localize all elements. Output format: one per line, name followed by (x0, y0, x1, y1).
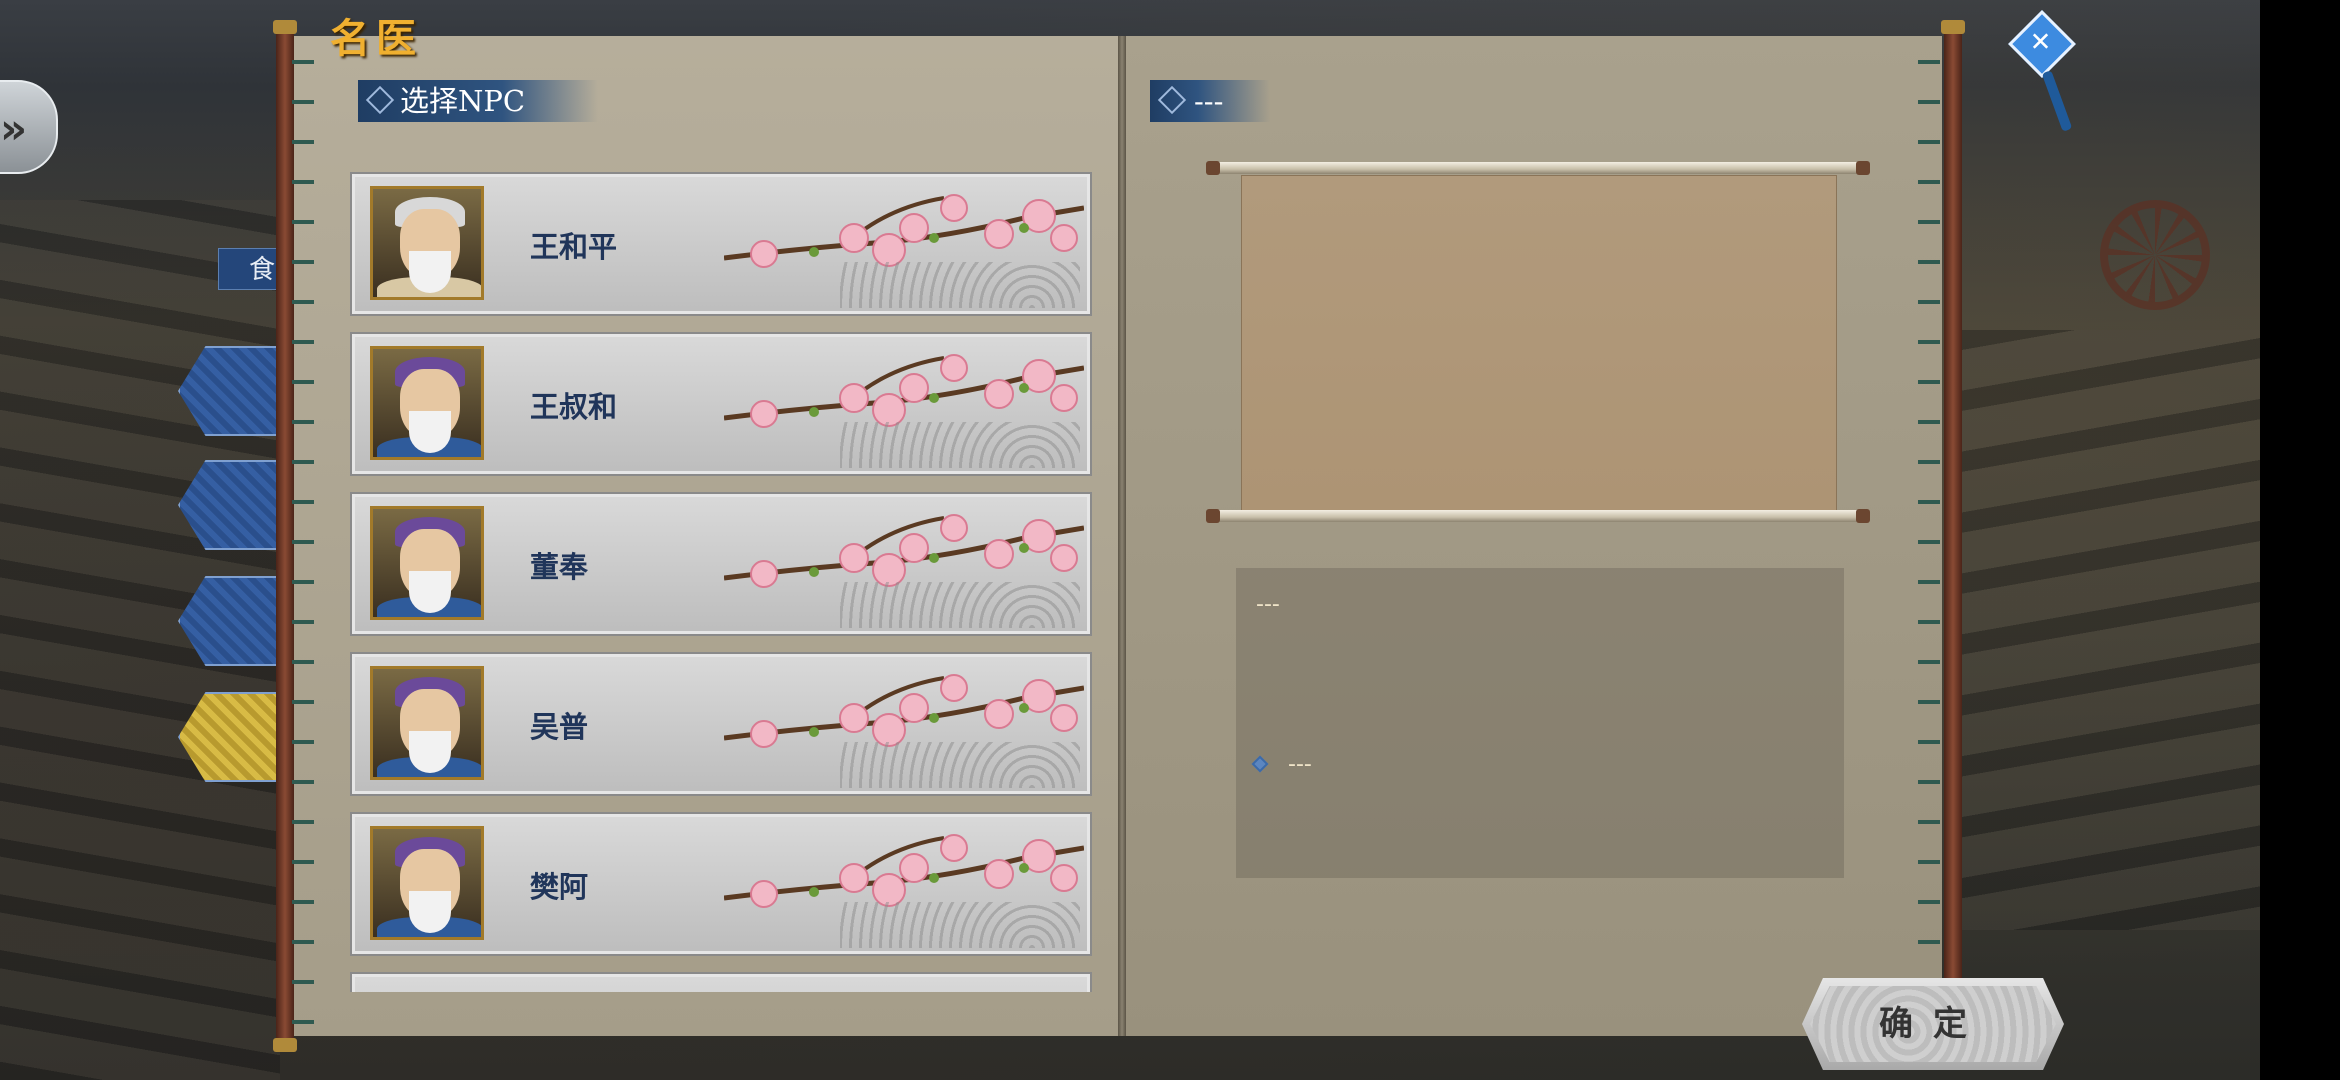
npc-card-partial[interactable] (350, 972, 1092, 992)
waterwheel-decoration (2100, 200, 2210, 310)
plum-blossom-icon (724, 194, 1084, 268)
panel-divider (1118, 36, 1126, 1036)
npc-portrait-beard (409, 411, 451, 453)
npc-portrait-beard (409, 731, 451, 773)
npc-portrait (370, 666, 484, 780)
npc-portrait-beard (409, 251, 451, 293)
plum-blossom-icon (724, 834, 1084, 908)
left-binding (292, 40, 314, 1030)
confirm-button-label: 确定 (1879, 1004, 1987, 1044)
select-npc-label: 选择NPC (400, 84, 526, 118)
npc-card[interactable]: 王和平 (350, 172, 1092, 316)
right-scroll-rod (1941, 20, 1965, 1052)
npc-name: 董奉 (530, 550, 589, 584)
npc-portrait (370, 186, 484, 300)
npc-name: 吴普 (530, 710, 589, 744)
npc-info-box (1236, 568, 1844, 878)
diamond-icon (1157, 85, 1187, 115)
npc-card[interactable]: 吴普 (350, 652, 1092, 796)
npc-list[interactable]: 王和平 王叔和 董奉 吴普 樊阿 (350, 172, 1092, 992)
npc-portrait-beard (409, 891, 451, 933)
npc-card[interactable]: 王叔和 (350, 332, 1092, 476)
select-npc-header: 选择NPC (358, 80, 598, 122)
npc-card[interactable]: 董奉 (350, 492, 1092, 636)
scroll-bottom-rod (1206, 509, 1870, 523)
side-tab-food-label: 食 (249, 255, 276, 285)
close-icon: ✕ (2029, 27, 2052, 58)
npc-card[interactable]: 樊阿 (350, 812, 1092, 956)
plum-blossom-icon (724, 674, 1084, 748)
window-title: 名医 (330, 15, 422, 62)
diamond-icon (365, 85, 395, 115)
plum-blossom-icon (724, 514, 1084, 588)
npc-portrait (370, 346, 484, 460)
npc-detail-title: --- (1194, 84, 1224, 118)
npc-info-line-2: --- (1288, 752, 1312, 777)
screen-edge (2260, 0, 2340, 1080)
npc-detail-header: --- (1150, 80, 1270, 122)
npc-portrait (370, 826, 484, 940)
double-chevron-right-icon: » (0, 104, 28, 153)
npc-info-line-1: --- (1256, 592, 1280, 617)
npc-name: 王和平 (530, 230, 618, 264)
scroll-top-rod (1206, 161, 1870, 175)
npc-name: 王叔和 (530, 390, 618, 424)
npc-name: 樊阿 (530, 870, 589, 904)
npc-portrait (370, 506, 484, 620)
npc-portrait-beard (409, 571, 451, 613)
npc-description-scroll (1242, 176, 1836, 510)
right-binding (1918, 40, 1940, 1030)
confirm-button[interactable]: 确定 (1802, 978, 2064, 1070)
plum-blossom-icon (724, 354, 1084, 428)
